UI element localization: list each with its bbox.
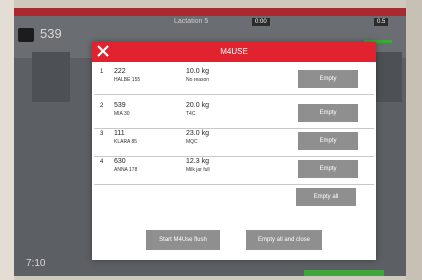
row-index: 3 bbox=[100, 131, 104, 137]
row-cow: 222 HALBE 155 bbox=[114, 68, 140, 84]
cow-number: 630 bbox=[114, 158, 126, 165]
background-lactation: Lactation 5 bbox=[174, 18, 209, 25]
empty-button-1[interactable]: Empty bbox=[298, 70, 358, 88]
cow-icon bbox=[18, 28, 34, 42]
dialog-header: M4USE bbox=[92, 42, 376, 62]
empty-all-button[interactable]: Empty all bbox=[296, 188, 356, 206]
row-weight: 20.0 kg T4C bbox=[186, 102, 209, 118]
weight-value: 20.0 kg bbox=[186, 102, 209, 109]
device-bezel-right bbox=[406, 0, 422, 280]
dialog-title: M4USE bbox=[220, 47, 248, 56]
empty-all-close-button[interactable]: Empty all and close bbox=[246, 230, 322, 250]
row-index: 2 bbox=[100, 103, 104, 109]
background-badge-a: 0:00 bbox=[252, 18, 270, 26]
weight-value: 12.3 kg bbox=[186, 158, 209, 165]
screen: 539 Lactation 5 0:00 0.5 7:10 M4USE 1 22… bbox=[14, 8, 406, 276]
background-bottom-bar bbox=[304, 270, 384, 276]
cow-number: 111 bbox=[114, 130, 125, 137]
cow-number: 539 bbox=[114, 102, 126, 109]
m4use-dialog: M4USE 1 222 HALBE 155 10.0 kg No reason … bbox=[92, 42, 376, 260]
cow-name: HALBE 155 bbox=[114, 77, 141, 83]
close-button[interactable] bbox=[92, 42, 114, 62]
top-status-bar bbox=[14, 8, 406, 16]
empty-button-2[interactable]: Empty bbox=[298, 104, 358, 122]
close-icon bbox=[97, 45, 109, 57]
cow-name: MIA 30 bbox=[114, 111, 130, 117]
row-cow: 111 KLARA 85 bbox=[114, 130, 137, 146]
weight-reason: No reason bbox=[186, 77, 210, 83]
list-row-2: 2 539 MIA 30 20.0 kg T4C Empty bbox=[94, 98, 374, 129]
start-flush-button[interactable]: Start M4Use flush bbox=[146, 230, 220, 250]
cow-name: ANNA 178 bbox=[114, 167, 138, 173]
weight-reason: Milk jar full bbox=[186, 167, 210, 173]
cow-name: KLARA 85 bbox=[114, 139, 138, 145]
weight-value: 10.0 kg bbox=[186, 68, 209, 75]
list-row-3: 3 111 KLARA 85 23.0 kg MQC Empty bbox=[94, 126, 374, 157]
row-index: 1 bbox=[100, 69, 104, 75]
background-cow-number: 539 bbox=[40, 26, 62, 41]
weight-reason: MQC bbox=[186, 139, 198, 145]
cow-number: 222 bbox=[114, 68, 126, 75]
row-cow: 539 MIA 30 bbox=[114, 102, 130, 118]
row-weight: 10.0 kg No reason bbox=[186, 68, 209, 84]
background-left-tile bbox=[32, 52, 70, 102]
empty-button-3[interactable]: Empty bbox=[298, 132, 358, 150]
background-time: 7:10 bbox=[26, 258, 46, 269]
row-cow: 630 ANNA 178 bbox=[114, 158, 137, 174]
weight-reason: T4C bbox=[186, 111, 196, 117]
row-index: 4 bbox=[100, 159, 104, 165]
weight-value: 23.0 kg bbox=[186, 130, 209, 137]
row-weight: 12.3 kg Milk jar full bbox=[186, 158, 210, 174]
row-weight: 23.0 kg MQC bbox=[186, 130, 209, 146]
background-badge-b: 0.5 bbox=[374, 18, 389, 26]
empty-button-4[interactable]: Empty bbox=[298, 160, 358, 178]
device-bezel-left bbox=[0, 0, 14, 280]
list-row-1: 1 222 HALBE 155 10.0 kg No reason Empty bbox=[94, 64, 374, 95]
list-row-4: 4 630 ANNA 178 12.3 kg Milk jar full Emp… bbox=[94, 154, 374, 185]
